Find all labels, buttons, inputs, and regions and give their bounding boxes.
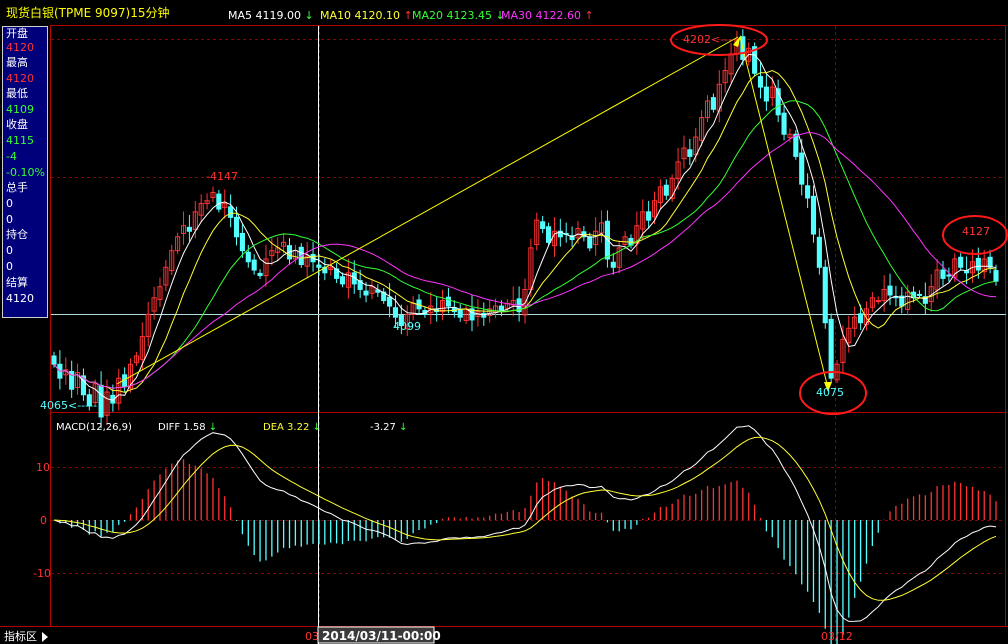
- candle-body: [946, 274, 952, 277]
- candle-body: [828, 318, 834, 379]
- position-value-2: 0: [6, 260, 13, 273]
- volume-value: 0: [6, 197, 13, 210]
- label-high-4147: -4147: [206, 170, 238, 183]
- change-pct: -0.10%: [6, 166, 45, 179]
- high-label: 最高: [6, 56, 28, 69]
- candle-body: [233, 216, 240, 238]
- price-info-panel: 开盘 4120 最高 4120 最低 4109 收盘 4115 -4 -0.10…: [2, 26, 48, 318]
- label-low-4065: 4065<-----: [40, 399, 97, 412]
- volume-value-2: 0: [6, 213, 13, 226]
- candle-body: [958, 256, 964, 268]
- chart-frame: [50, 25, 1006, 627]
- candle-body: [810, 195, 817, 235]
- macd-title: MACD(12,26,9): [56, 422, 132, 433]
- price-chart: 现货白银(TPME 9097)15分钟 MA5 4119.00 ↓ MA10 4…: [0, 5, 1008, 644]
- position-label: 持仓: [6, 228, 28, 241]
- candle-body: [445, 296, 452, 307]
- candle-body: [98, 384, 104, 418]
- label-low-4099: 4099: [393, 320, 421, 333]
- candle-body: [799, 152, 805, 185]
- label-high-4202: 4202<---: [683, 33, 732, 46]
- candle-body: [610, 261, 616, 268]
- candle-body: [316, 264, 322, 268]
- macd-tick-0: 0: [40, 514, 47, 527]
- tab-arrow-icon[interactable]: [42, 632, 48, 642]
- candle-body: [805, 185, 811, 199]
- settle-label: 结算: [6, 276, 28, 289]
- macd-tick-neg10: -10: [33, 567, 51, 580]
- open-label: 开盘: [6, 27, 28, 40]
- position-value: 0: [6, 244, 13, 257]
- candle-body: [51, 355, 57, 365]
- macd-tick-10: 10: [36, 461, 50, 474]
- cursor-date: 2014/03/11-00:00: [322, 629, 441, 643]
- grid-lines: [51, 26, 1005, 626]
- macd-histogram: [59, 459, 997, 644]
- candle-body: [339, 276, 346, 285]
- candle-body: [646, 211, 652, 221]
- candle-body: [687, 149, 693, 157]
- candle-body: [186, 226, 192, 232]
- low-label: 最低: [6, 87, 28, 100]
- candle-body: [392, 307, 399, 318]
- ma20-label: MA20 4123.45 ↓: [412, 9, 505, 22]
- open-value: 4120: [6, 41, 34, 54]
- candle-body: [858, 313, 864, 324]
- candle-body: [816, 236, 822, 268]
- candle-body: [239, 232, 245, 252]
- candle-body: [875, 300, 881, 303]
- label-low-4075: 4075: [816, 386, 844, 399]
- candle-body: [663, 184, 669, 196]
- candle-body: [457, 309, 463, 318]
- candle-body: [363, 290, 369, 296]
- chart-title: 现货白银(TPME 9097)15分钟: [6, 5, 170, 20]
- label-high-4127: 4127: [962, 225, 990, 238]
- low-value: 4109: [6, 103, 34, 116]
- macd-value: -3.27 ↓: [370, 422, 407, 433]
- candle-body: [940, 269, 946, 279]
- candle-body: [216, 193, 222, 210]
- candle-body: [916, 293, 923, 296]
- date-fragment-left: 03: [305, 630, 319, 643]
- candle-body: [975, 257, 981, 271]
- candle-body: [387, 296, 393, 307]
- close-label: 收盘: [6, 118, 28, 131]
- candle-body: [257, 272, 263, 277]
- candle-body: [587, 236, 593, 249]
- indicator-tab[interactable]: 指标区: [4, 629, 37, 643]
- date-label-0312: 03/12: [821, 630, 853, 643]
- candle-body: [710, 97, 716, 110]
- ma10-label: MA10 4120.10 ↑: [320, 9, 413, 22]
- change-value: -4: [6, 150, 17, 163]
- candle-body: [245, 251, 251, 263]
- candle-body: [993, 270, 999, 282]
- volume-label: 总手: [6, 181, 28, 194]
- candle-body: [887, 285, 893, 296]
- candle-body: [757, 76, 764, 88]
- settle-value: 4120: [6, 292, 34, 305]
- candle-body: [545, 226, 552, 243]
- ma30-line: [53, 132, 997, 389]
- candle-body: [822, 266, 828, 324]
- candle-body: [251, 259, 257, 271]
- candle-body: [228, 206, 234, 218]
- high-value: 4120: [6, 72, 34, 85]
- ma30-label: MA30 4122.60 ↑: [501, 9, 594, 22]
- ma5-label: MA5 4119.00 ↓: [228, 9, 314, 22]
- close-value: 4115: [6, 134, 34, 147]
- macd-dea: DEA 3.22 ↓: [263, 422, 321, 433]
- macd-diff: DIFF 1.58 ↓: [158, 422, 217, 433]
- candle-body: [763, 86, 769, 102]
- candles-group: [51, 29, 999, 429]
- candle-body: [793, 133, 799, 157]
- candle-body: [781, 112, 787, 135]
- candle-body: [540, 221, 546, 229]
